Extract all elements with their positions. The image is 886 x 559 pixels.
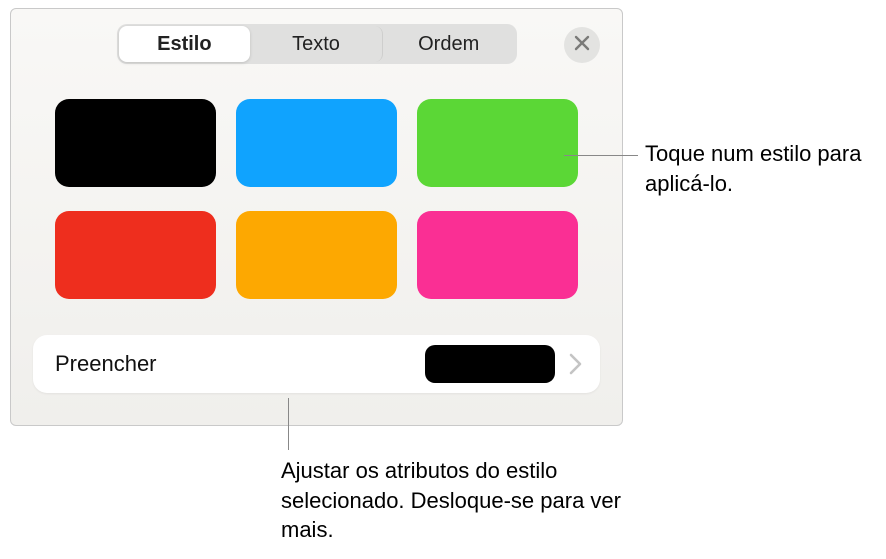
close-button[interactable] [564, 27, 600, 63]
tab-style[interactable]: Estilo [119, 26, 251, 62]
style-blue[interactable] [236, 99, 397, 187]
callout-leader-line [564, 155, 638, 156]
callout-adjust-attributes: Ajustar os atributos do estilo seleciona… [281, 456, 621, 545]
panel-header: Estilo Texto Ordem [11, 9, 622, 79]
fill-color-preview [425, 345, 555, 383]
style-red[interactable] [55, 211, 216, 299]
callout-leader-line [288, 398, 289, 450]
style-orange[interactable] [236, 211, 397, 299]
close-icon [574, 35, 590, 56]
tab-order[interactable]: Ordem [383, 26, 515, 62]
style-black[interactable] [55, 99, 216, 187]
style-green[interactable] [417, 99, 578, 187]
style-pink[interactable] [417, 211, 578, 299]
callout-apply-style: Toque num estilo para aplicá-lo. [645, 139, 880, 198]
fill-row[interactable]: Preencher [33, 335, 600, 393]
fill-label: Preencher [55, 351, 425, 377]
chevron-right-icon [569, 353, 582, 375]
tab-segmented-control: Estilo Texto Ordem [117, 24, 517, 64]
style-swatch-grid [11, 79, 622, 319]
format-panel: Estilo Texto Ordem Preencher [10, 8, 623, 426]
tab-text[interactable]: Texto [250, 26, 383, 62]
